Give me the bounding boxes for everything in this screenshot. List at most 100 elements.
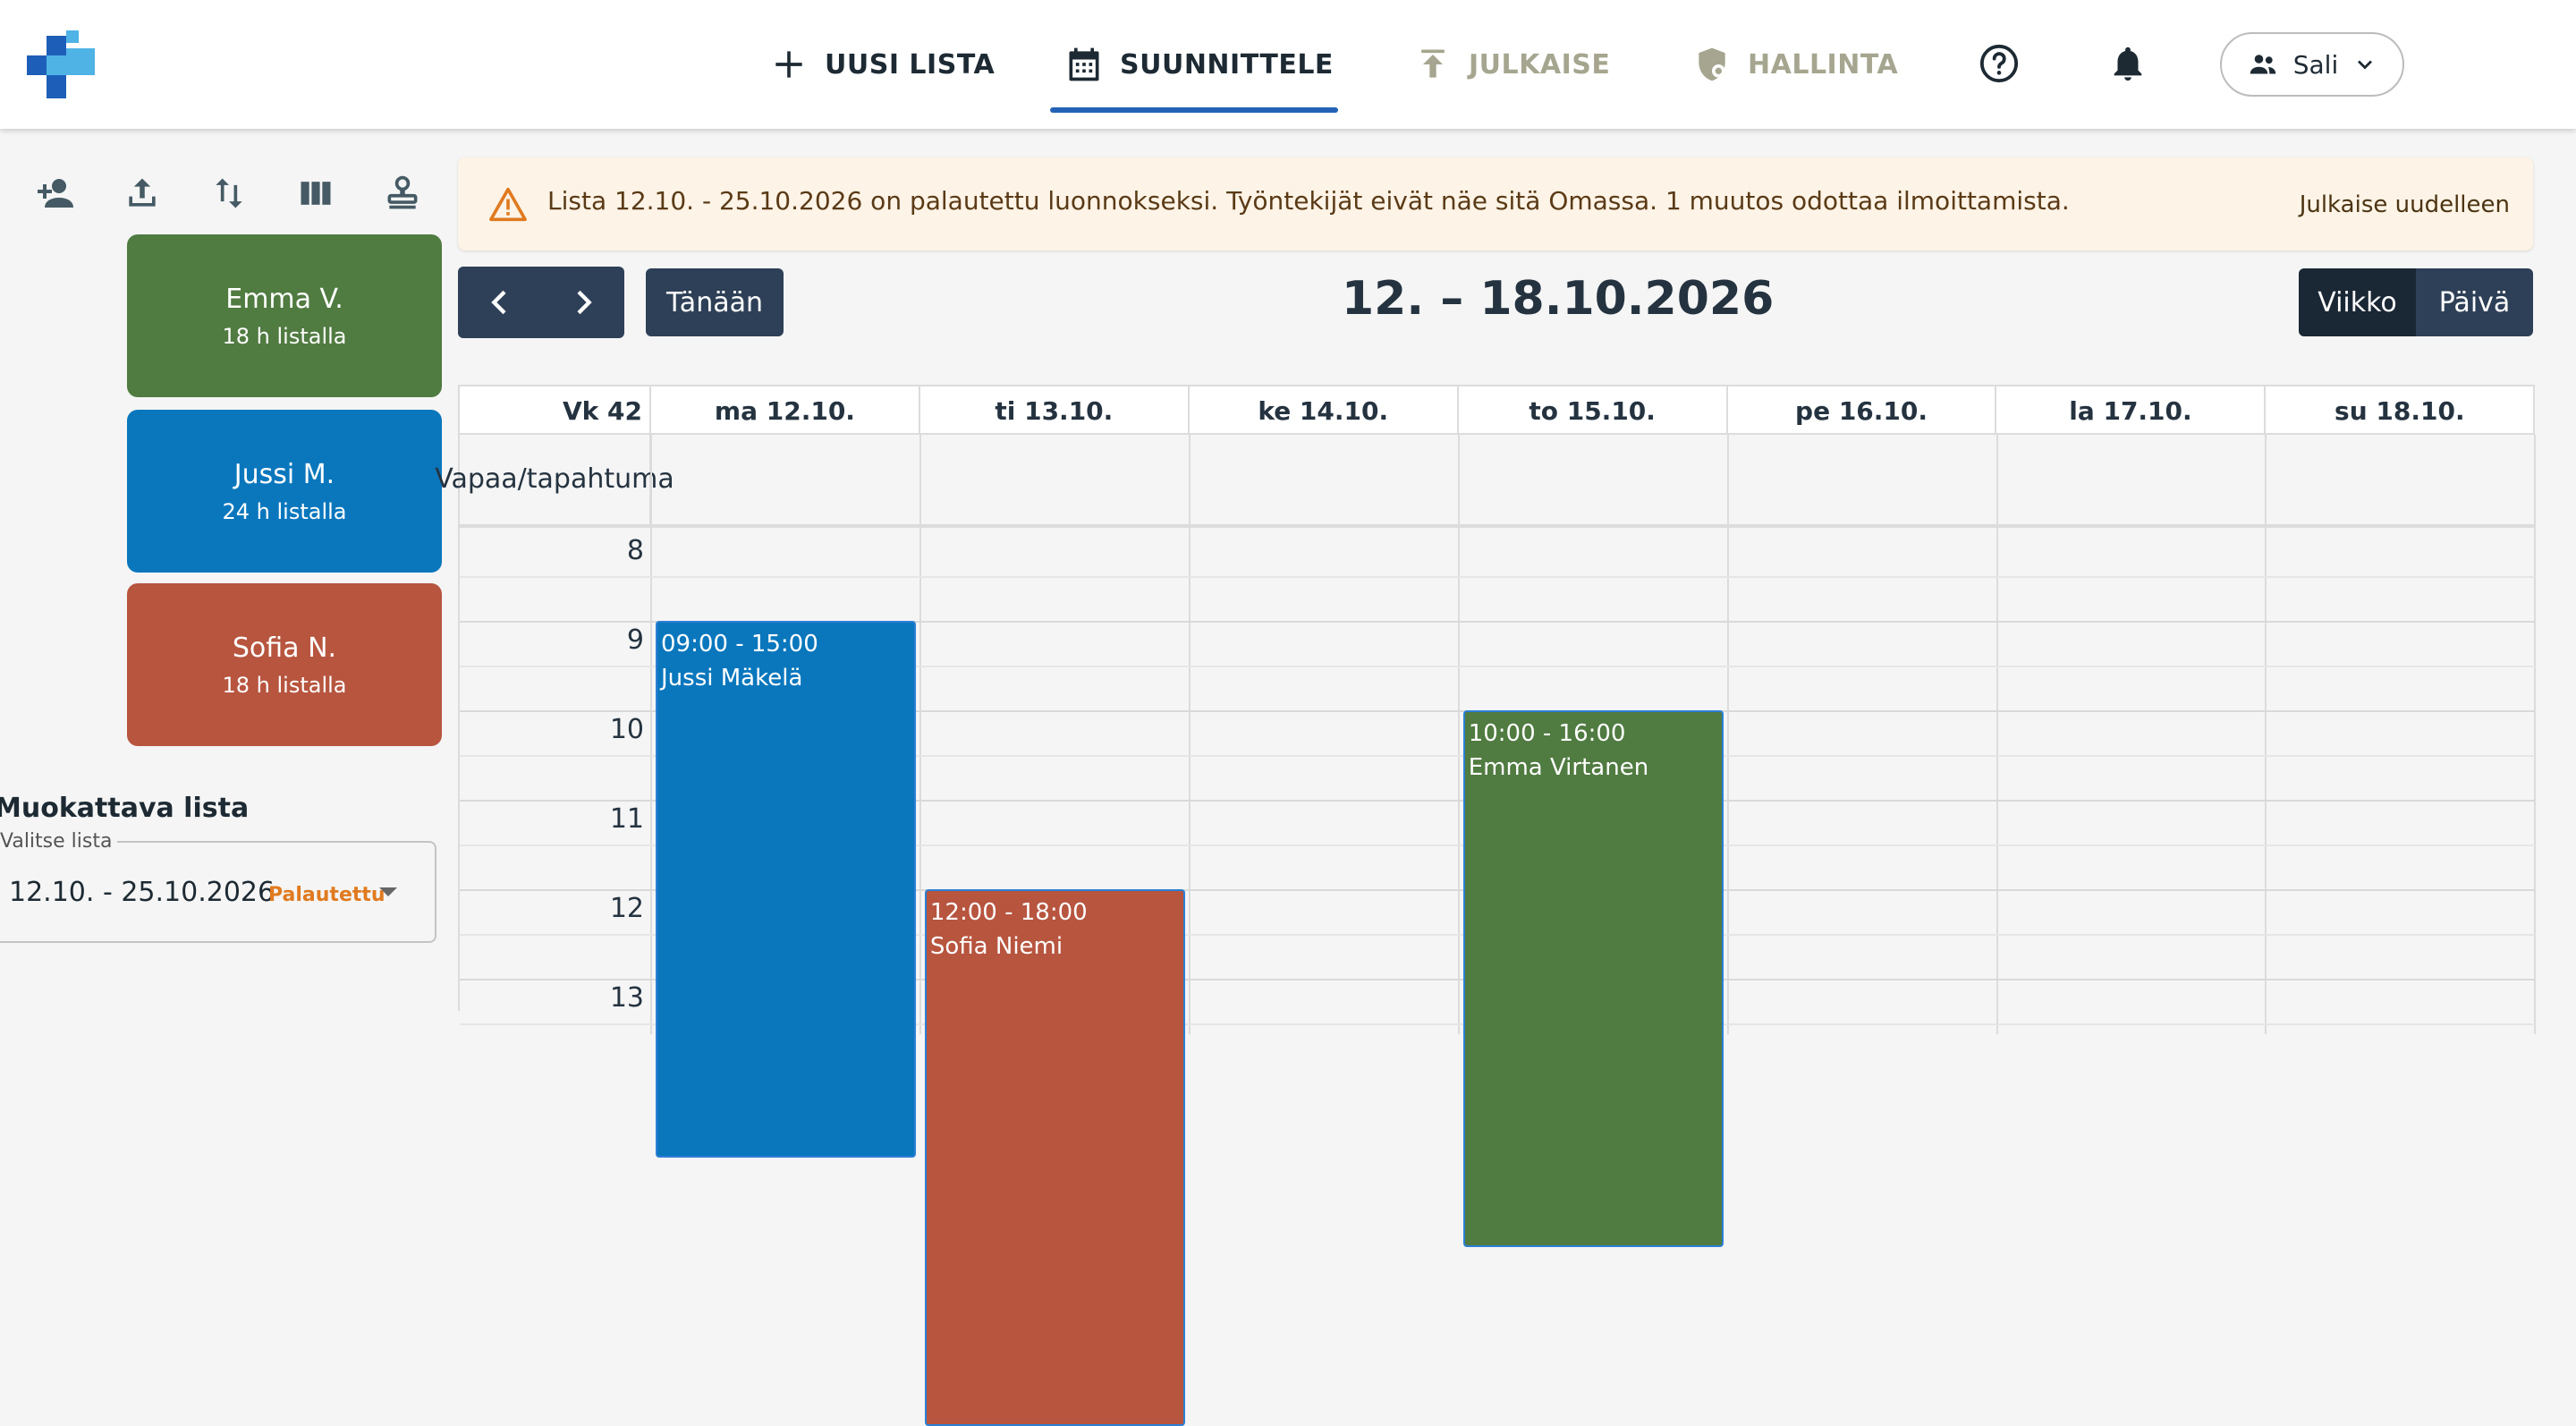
hour-label: 9 [626, 624, 644, 656]
chevron-left-icon [490, 290, 506, 315]
user-menu-button[interactable]: Sali [2220, 32, 2404, 97]
grid-column-line [1457, 435, 1460, 1034]
employee-hours: 18 h listalla [222, 323, 347, 349]
view-day-button[interactable]: Päivä [2416, 268, 2533, 336]
shift-time: 09:00 - 15:00 [661, 631, 818, 658]
employee-card-emma[interactable]: Emma V. 18 h listalla [127, 234, 442, 397]
nav-new-list-button[interactable]: UUSI LISTA [769, 38, 995, 91]
allday-label-line-1: Vapaa/ [435, 463, 527, 495]
next-week-button[interactable] [541, 267, 624, 338]
sort-arrows-icon [216, 178, 242, 208]
view-toggle: Viikko Päivä [2299, 268, 2533, 336]
day-header: pe 16.10. [1728, 386, 1997, 435]
dropdown-caret-icon [379, 887, 397, 896]
hour-label: 11 [609, 803, 644, 835]
grid-column-line [1996, 435, 1998, 1034]
person-add-icon [38, 179, 73, 208]
hour-label: 13 [609, 982, 644, 1014]
sort-button[interactable] [206, 170, 252, 216]
add-employee-button[interactable] [32, 170, 79, 216]
nav-admin-label: HALLINTA [1748, 48, 1899, 81]
list-status-badge: Palautettu [268, 884, 386, 906]
shift-employee-name: Jussi Mäkelä [661, 665, 803, 692]
nav-plan-label: SUUNNITTELE [1120, 48, 1334, 81]
employee-name: Jussi M. [233, 458, 335, 490]
employee-name: Sofia N. [232, 632, 337, 664]
employee-hours: 24 h listalla [222, 498, 347, 524]
chevron-down-icon [2358, 60, 2373, 70]
upload-button[interactable] [119, 170, 165, 216]
shift-time: 10:00 - 16:00 [1468, 720, 1626, 747]
group-icon [2250, 55, 2275, 74]
shift-employee-name: Emma Virtanen [1468, 754, 1649, 781]
grid-column-line [1726, 435, 1729, 1034]
hour-label: 8 [626, 535, 644, 566]
day-header: ke 14.10. [1190, 386, 1459, 435]
chevron-right-icon [576, 290, 592, 315]
list-select-value: 12.10. - 25.10.2026 [9, 877, 275, 908]
day-header: su 18.10. [2266, 386, 2536, 435]
user-label: Sali [2292, 49, 2339, 80]
previous-week-button[interactable] [458, 267, 541, 338]
bell-icon [2114, 47, 2142, 81]
grid-column-line [650, 435, 652, 1034]
date-range-title: 12. – 18.10.2026 [1342, 272, 1775, 326]
view-week-button[interactable]: Viikko [2299, 268, 2416, 336]
hour-label: 10 [609, 714, 644, 745]
nav-plan-tab[interactable]: SUUNNITTELE [1064, 38, 1334, 91]
top-bar: UUSI LISTA SUUNNITTELE JULKAISE HALLINTA… [0, 0, 2576, 129]
help-circle-icon [1979, 44, 2019, 83]
banner-message: Lista 12.10. - 25.10.2026 on palautettu … [547, 186, 2070, 216]
day-header: to 15.10. [1459, 386, 1728, 435]
upload-icon [129, 178, 156, 207]
hour-label: 12 [609, 893, 644, 924]
day-header: la 17.10. [1997, 386, 2267, 435]
week-calendar: Vk 42 ma 12.10. ti 13.10. ke 14.10. to 15.1… [435, 385, 2537, 1426]
shift-event[interactable]: 10:00 - 16:00 Emma Virtanen [1462, 710, 1724, 1247]
editable-list-title: Muokattava lista [0, 793, 250, 824]
employee-card-sofia[interactable]: Sofia N. 18 h listalla [127, 583, 442, 746]
warning-icon [489, 187, 527, 222]
allday-row: Vapaa/ tapahtuma [435, 435, 2535, 528]
columns-button[interactable] [292, 170, 339, 216]
week-number-label: Vk 42 [460, 386, 651, 435]
help-button[interactable] [1977, 41, 2021, 86]
shield-settings-icon [1699, 47, 1725, 81]
employee-name: Emma V. [225, 283, 343, 315]
columns-icon [301, 182, 331, 205]
calendar-header: Vk 42 ma 12.10. ti 13.10. ke 14.10. to 15.1… [460, 385, 2536, 435]
employee-card-jussi[interactable]: Jussi M. 24 h listalla [127, 410, 442, 573]
nav-publish-label: JULKAISE [1469, 48, 1611, 81]
list-select-dropdown[interactable]: Valitse lista 12.10. - 25.10.2026 Palaut… [0, 830, 436, 943]
grid-column-line [1188, 435, 1191, 1034]
employee-hours: 18 h listalla [222, 672, 347, 698]
day-header: ti 13.10. [920, 386, 1190, 435]
nav-admin-tab[interactable]: HALLINTA [1692, 38, 1898, 91]
stamp-button[interactable] [379, 170, 426, 216]
shift-event[interactable]: 12:00 - 18:00 Sofia Niemi [924, 889, 1185, 1426]
allday-label: Vapaa/ tapahtuma [435, 435, 674, 524]
today-button[interactable]: Tänään [646, 268, 784, 336]
shift-time: 12:00 - 18:00 [929, 899, 1088, 926]
week-nav-group [458, 267, 624, 338]
allday-label-line-2: tapahtuma [526, 463, 674, 495]
republish-button[interactable]: Julkaise uudelleen [2300, 191, 2510, 218]
stamp-icon [387, 175, 418, 209]
calendar-icon [1069, 47, 1099, 81]
list-select-label: Valitse lista [0, 830, 118, 853]
day-header: ma 12.10. [651, 386, 920, 435]
grid-column-line [2265, 435, 2267, 1034]
plus-icon [775, 51, 802, 78]
app-logo-icon[interactable] [27, 30, 95, 98]
sidebar-toolbar [32, 170, 426, 216]
nav-publish-tab[interactable]: JULKAISE [1413, 38, 1610, 91]
shift-employee-name: Sofia Niemi [929, 933, 1063, 960]
nav-new-list-label: UUSI LISTA [825, 48, 996, 81]
publish-icon [1421, 49, 1445, 78]
draft-warning-banner: Lista 12.10. - 25.10.2026 on palautettu … [458, 157, 2533, 250]
grid-half-hour-line [460, 576, 2535, 578]
notifications-button[interactable] [2106, 41, 2150, 86]
grid-column-line [919, 435, 921, 1034]
grid-column-line [2534, 435, 2537, 1034]
shift-event[interactable]: 09:00 - 15:00 Jussi Mäkelä [656, 621, 916, 1158]
